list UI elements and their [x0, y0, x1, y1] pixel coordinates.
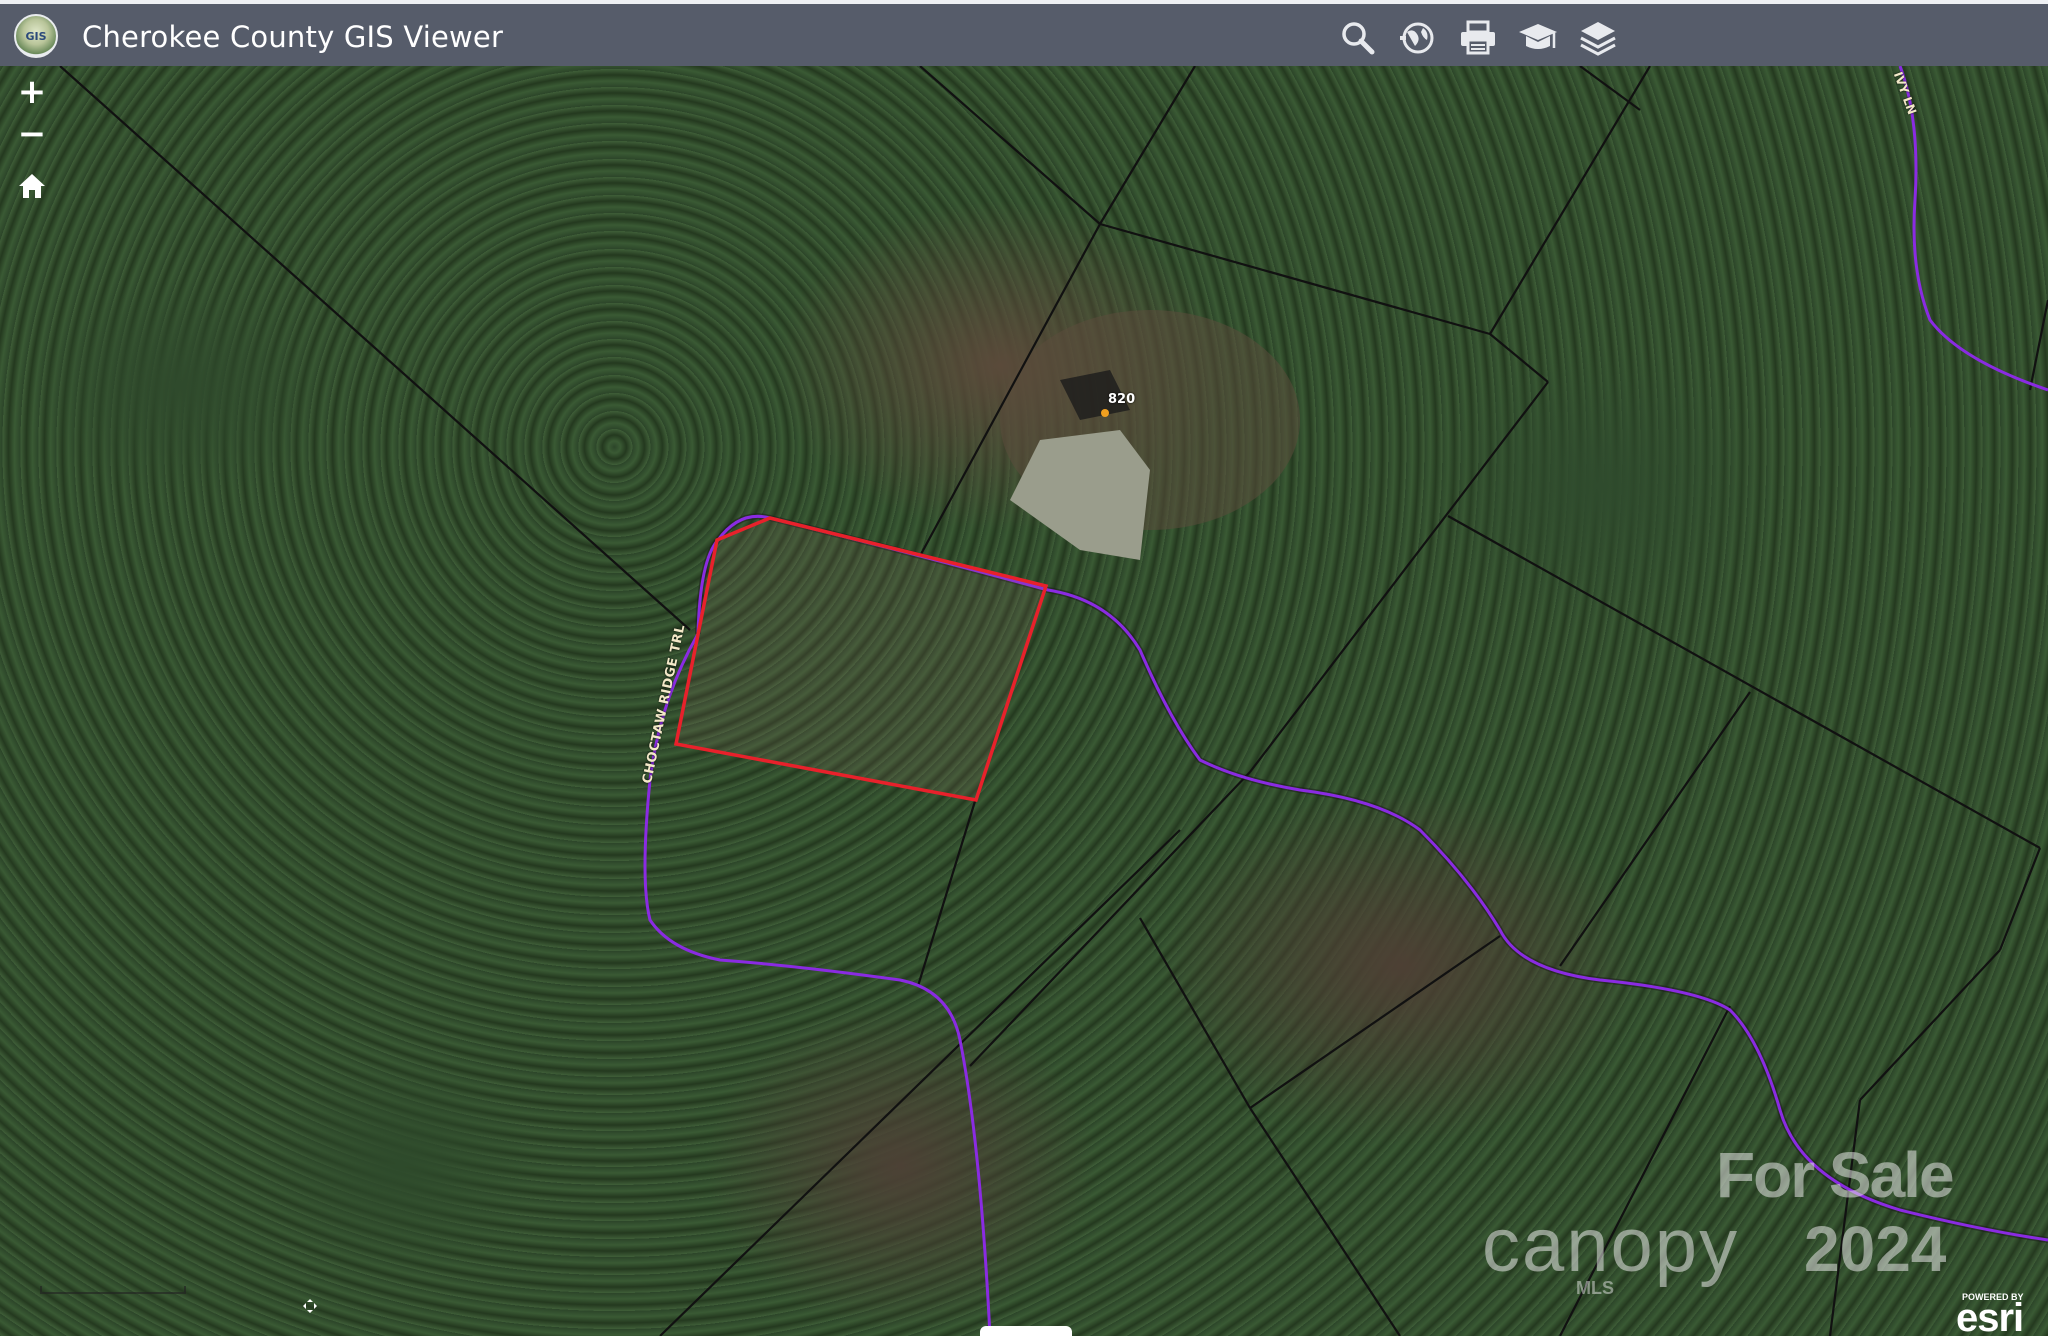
esri-logo: esri	[1956, 1296, 2024, 1336]
print-button[interactable]	[1456, 16, 1500, 60]
watermark-brand: canopy	[1482, 1203, 1740, 1288]
overview-map-icon	[1400, 22, 1434, 54]
zoom-out-button[interactable]: −	[14, 116, 50, 152]
road-line-ne	[1898, 66, 2048, 392]
scale-bar	[40, 1286, 186, 1294]
expand-icon	[303, 1299, 317, 1313]
home-button[interactable]	[14, 168, 50, 204]
home-icon	[19, 174, 45, 198]
map-view[interactable]: + − CHOCTAW RIDGE TRL IVY LN 820 For Sal…	[0, 66, 2048, 1336]
zoom-in-button[interactable]: +	[14, 74, 50, 110]
watermark-year: 2024	[1804, 1213, 1947, 1285]
app-header: GIS Cherokee County GIS Viewer	[0, 0, 2048, 66]
overview-toggle-button[interactable]	[300, 1296, 320, 1316]
county-logo: GIS	[14, 14, 58, 58]
address-point	[1101, 409, 1109, 417]
print-icon	[1461, 20, 1495, 55]
selected-parcel[interactable]	[673, 516, 1049, 803]
search-button[interactable]	[1336, 16, 1380, 60]
overview-map-button[interactable]	[1396, 16, 1440, 60]
layers-icon	[1580, 22, 1616, 56]
address-label: 820	[1108, 392, 1136, 407]
search-icon	[1342, 22, 1375, 55]
logo-text: GIS	[25, 29, 47, 43]
attribution-tab[interactable]	[980, 1326, 1072, 1336]
watermark-for-sale: For Sale	[1716, 1139, 1955, 1211]
help-button[interactable]	[1516, 16, 1560, 60]
app-title: Cherokee County GIS Viewer	[82, 20, 504, 54]
watermark-mls: MLS	[1576, 1278, 1614, 1298]
help-icon	[1519, 24, 1557, 49]
layers-button[interactable]	[1576, 16, 1620, 60]
